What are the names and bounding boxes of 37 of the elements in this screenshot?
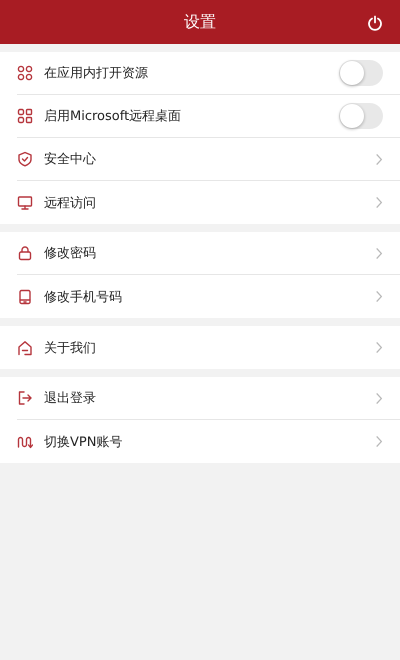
- settings-row[interactable]: 安全中心: [17, 138, 400, 181]
- power-icon[interactable]: [367, 15, 383, 31]
- settings-row[interactable]: 切换VPN账号: [17, 420, 400, 463]
- settings-row[interactable]: 修改密码: [17, 232, 400, 275]
- grid-icon: [17, 65, 33, 81]
- settings-row[interactable]: 在应用内打开资源: [17, 52, 400, 95]
- settings-row[interactable]: 启用Microsoft远程桌面: [17, 95, 400, 138]
- row-label: 退出登录: [44, 390, 97, 407]
- shield-icon: [17, 151, 33, 167]
- row-label: 远程访问: [44, 194, 97, 212]
- settings-row[interactable]: 退出登录: [17, 377, 400, 420]
- row-label: 修改密码: [44, 245, 97, 262]
- phone-icon: [17, 288, 33, 304]
- settings-row[interactable]: 关于我们: [17, 326, 400, 369]
- row-label: 在应用内打开资源: [44, 65, 149, 82]
- chevron-icon: [375, 341, 383, 354]
- toggle-switch[interactable]: [339, 103, 383, 129]
- page-title: 设置: [184, 12, 216, 32]
- settings-row[interactable]: 修改手机号码: [17, 275, 400, 318]
- chevron-icon: [375, 392, 383, 404]
- row-label: 切换VPN账号: [44, 434, 124, 450]
- settings-row[interactable]: 远程访问: [17, 181, 400, 224]
- chevron-icon: [375, 290, 383, 303]
- tiles-icon: [17, 108, 33, 124]
- row-label: 安全中心: [44, 151, 97, 168]
- row-label: 修改手机号码: [44, 288, 123, 306]
- row-label: 关于我们: [44, 340, 97, 356]
- chevron-icon: [375, 246, 383, 260]
- chevron-icon: [375, 435, 383, 448]
- chevron-icon: [375, 196, 383, 209]
- row-label: 启用Microsoft远程桌面: [44, 108, 182, 125]
- chevron-icon: [375, 152, 383, 166]
- monitor-icon: [17, 194, 33, 210]
- lock-icon: [17, 245, 33, 261]
- logout-icon: [17, 390, 33, 406]
- house-icon: [17, 340, 33, 356]
- toggle-switch[interactable]: [339, 60, 383, 86]
